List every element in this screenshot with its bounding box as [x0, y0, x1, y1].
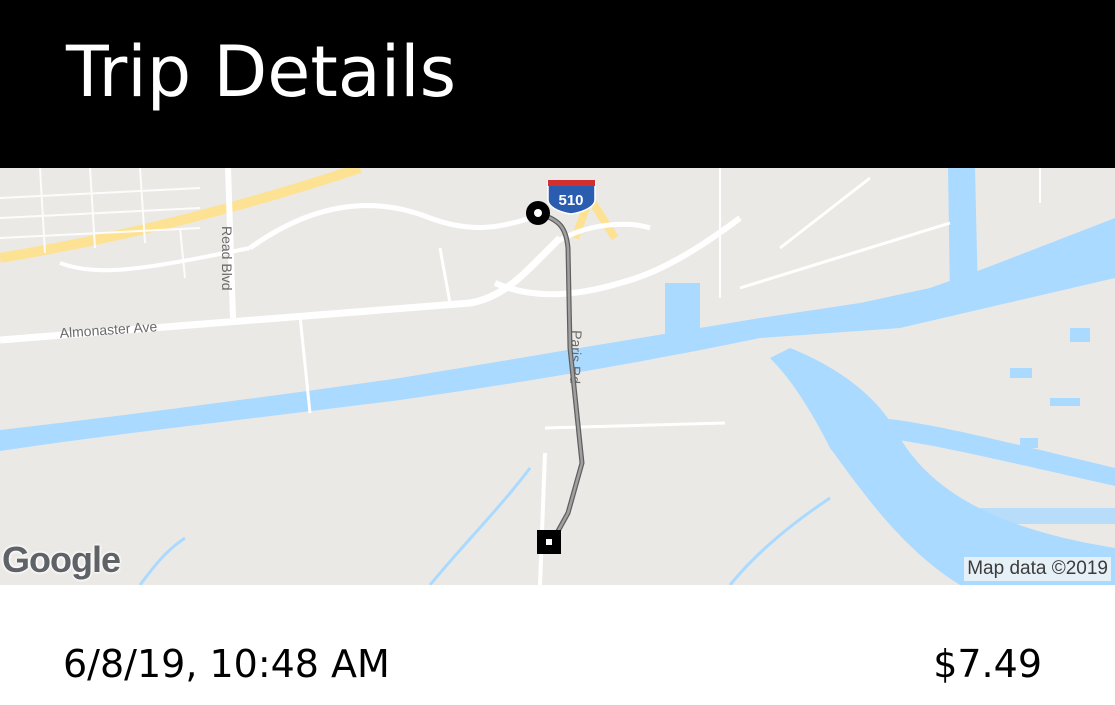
- delta-branch-2: [980, 508, 1115, 524]
- map-attribution[interactable]: Map data ©2019: [964, 557, 1111, 581]
- stream: [728, 496, 831, 585]
- loop-road: [537, 221, 651, 260]
- side-road: [779, 176, 871, 250]
- trip-fare: $7.49: [933, 642, 1042, 686]
- trip-summary-row[interactable]: 6/8/19, 10:48 AM $7.49: [0, 585, 1115, 705]
- interstate-shield-icon: 510: [547, 180, 596, 215]
- stream: [428, 467, 532, 585]
- stream: [138, 536, 186, 585]
- google-logo[interactable]: Google: [2, 539, 121, 581]
- ramp-road: [493, 215, 742, 298]
- lower-road: [538, 452, 547, 585]
- canal-water: [0, 238, 1115, 451]
- destination-pin-icon[interactable]: [537, 530, 561, 554]
- interstate-number: 510: [558, 192, 583, 209]
- street-label-almonaster: Almonaster Ave: [59, 318, 158, 341]
- basin-water: [665, 283, 700, 353]
- header-bar: Trip Details: [0, 0, 1115, 168]
- trip-datetime: 6/8/19, 10:48 AM: [63, 642, 390, 686]
- side-road: [544, 421, 726, 430]
- page-title: Trip Details: [66, 31, 457, 113]
- map-canvas: Almonaster Ave Read Blvd Paris Rd 510: [0, 168, 1115, 585]
- highway-road: [0, 168, 362, 263]
- pond: [1070, 328, 1090, 342]
- street-label-read-blvd: Read Blvd: [219, 226, 235, 291]
- pond: [1050, 398, 1080, 406]
- trip-map[interactable]: Almonaster Ave Read Blvd Paris Rd 510 Go…: [0, 168, 1115, 585]
- side-road: [438, 247, 452, 304]
- side-road: [739, 221, 951, 290]
- pond: [1020, 438, 1038, 448]
- pond: [1010, 368, 1032, 378]
- upper-road: [248, 203, 531, 251]
- origin-pin-icon[interactable]: [526, 201, 550, 225]
